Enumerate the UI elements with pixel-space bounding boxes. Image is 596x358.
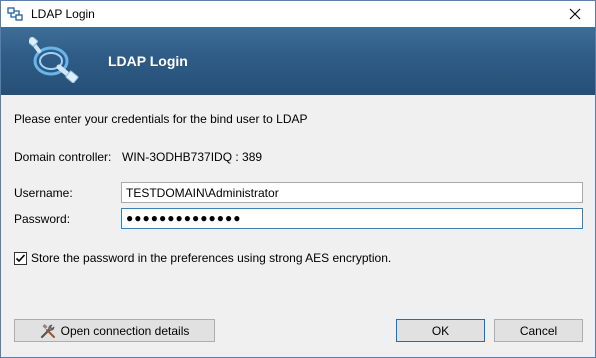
- dialog-content: Please enter your credentials for the bi…: [1, 95, 595, 357]
- network-cable-icon: [29, 37, 79, 83]
- ok-button[interactable]: OK: [396, 319, 485, 342]
- store-password-label: Store the password in the preferences us…: [31, 251, 392, 265]
- ldap-login-dialog: LDAP Login LDAP Login Please enter your …: [0, 0, 596, 358]
- cancel-label: Cancel: [519, 323, 558, 338]
- app-icon: [7, 7, 23, 21]
- cancel-button[interactable]: Cancel: [494, 319, 583, 342]
- domain-controller-value: WIN-3ODHB737IDQ : 389: [122, 150, 263, 164]
- password-label: Password:: [14, 212, 71, 226]
- open-connection-details-label: Open connection details: [60, 323, 190, 338]
- username-field[interactable]: [121, 182, 583, 203]
- store-password-row[interactable]: Store the password in the preferences us…: [14, 251, 391, 265]
- instructions-text: Please enter your credentials for the bi…: [14, 112, 308, 126]
- ok-label: OK: [431, 323, 450, 338]
- close-button[interactable]: [555, 1, 595, 27]
- username-label: Username:: [14, 186, 73, 200]
- open-connection-details-button[interactable]: Open connection details: [14, 319, 215, 342]
- banner-title: LDAP Login: [108, 53, 188, 69]
- store-password-checkbox[interactable]: [14, 251, 27, 265]
- password-field[interactable]: ●●●●●●●●●●●●●●: [121, 208, 583, 229]
- tools-icon: [40, 323, 55, 338]
- header-banner: LDAP Login: [1, 27, 595, 95]
- close-icon: [569, 8, 581, 20]
- window-title: LDAP Login: [31, 7, 95, 21]
- checkmark-icon: [15, 253, 26, 262]
- title-bar: LDAP Login: [1, 1, 595, 27]
- domain-controller-label: Domain controller:: [14, 150, 112, 164]
